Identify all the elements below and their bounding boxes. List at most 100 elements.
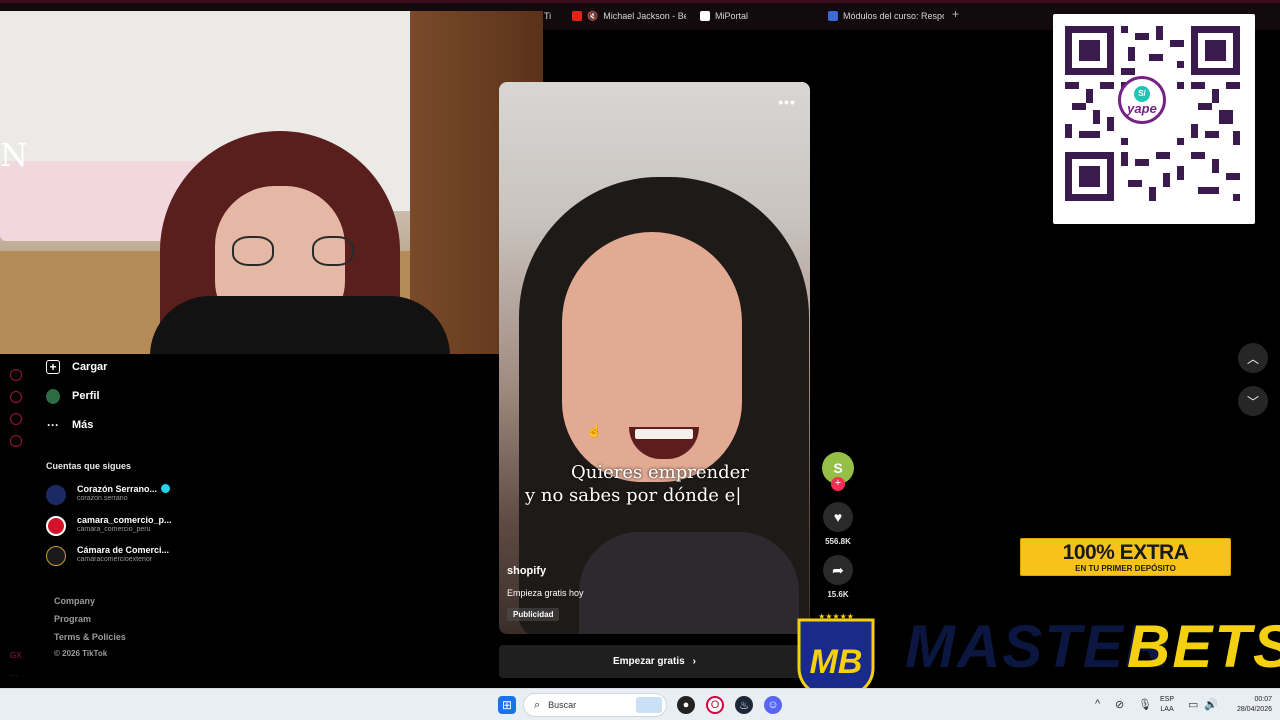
more-icon: ···: [47, 418, 59, 432]
clock-time: 00:07: [1254, 696, 1272, 703]
nav-label: Más: [72, 419, 94, 431]
tab-label: Ti: [544, 11, 552, 21]
copyright: © 2026 TikTok: [54, 649, 108, 658]
account-avatar: [46, 516, 66, 536]
tray-chevron-up-icon[interactable]: ^: [1095, 698, 1100, 710]
video-caption-line2: y no sabes por dónde e|: [525, 485, 742, 506]
windows-taskbar: ⊞ ⌕ Buscar ● O ♨ ☺ ^ ⊘ 🎙 ESP LAA ▭ 🔊 00:…: [0, 688, 1280, 720]
nav-more[interactable]: ··· Más: [46, 415, 93, 435]
webcam-glasses-left: [232, 236, 274, 266]
lang-layout: LAA: [1160, 706, 1174, 713]
brand-bets-text: BETS: [1127, 613, 1280, 680]
nav-upload[interactable]: + Cargar: [46, 357, 107, 377]
sponsored-badge: Publicidad: [507, 608, 560, 621]
volume-icon[interactable]: 🔊: [1204, 698, 1218, 711]
tab-label: MiPortal: [715, 11, 749, 21]
video-caption-line1: Quieres emprender: [571, 462, 749, 483]
browser-side-rail: GX ···: [0, 355, 32, 688]
video-description: Empieza gratis hoy: [507, 588, 584, 598]
promo-subline: EN TU PRIMER DEPÓSITO: [1075, 564, 1176, 573]
course-icon: [828, 11, 838, 21]
portal-icon: [700, 11, 710, 21]
like-button[interactable]: ♥ 556.8K: [822, 502, 854, 546]
taskbar-clock[interactable]: 00:07 28/04/2026: [1224, 695, 1272, 715]
footer-link-terms[interactable]: Terms & Policies: [54, 632, 126, 642]
tab-miportal[interactable]: MiPortal: [700, 8, 810, 24]
yape-qr-card: S/ yape: [1053, 14, 1255, 224]
clock-date: 28/04/2026: [1236, 706, 1272, 713]
tab-youtube[interactable]: 🔇 Michael Jackson - Bea: [572, 8, 686, 24]
hand-cursor-icon: ☝: [586, 423, 603, 438]
webcam-overlay: N: [0, 11, 543, 354]
profile-avatar: [46, 388, 60, 404]
video-person-shirt: [579, 532, 799, 634]
start-free-button[interactable]: Empezar gratis ›: [499, 645, 810, 678]
taskbar-app-icon[interactable]: ●: [677, 696, 695, 714]
creator-avatar-button[interactable]: S +: [822, 452, 854, 492]
rail-extensions-icon[interactable]: [10, 413, 22, 425]
search-icon: ⌕: [534, 698, 541, 711]
webcam-glasses-right: [312, 236, 354, 266]
tab-label: Módulos del curso: Respo: [843, 11, 944, 21]
share-button[interactable]: ➦ 15.6K: [822, 555, 854, 599]
rail-settings-icon[interactable]: [10, 435, 22, 447]
video-more-options-icon[interactable]: •••: [778, 94, 796, 110]
lang-code: ESP: [1160, 696, 1175, 703]
microphone-icon[interactable]: 🎙: [1138, 698, 1152, 711]
share-count: 15.6K: [827, 590, 849, 599]
new-tab-plus-icon[interactable]: +: [952, 8, 964, 20]
verified-badge-icon: [161, 484, 171, 493]
language-indicator[interactable]: ESP LAA: [1160, 695, 1174, 715]
webcam-person-shirt: [150, 296, 450, 354]
next-video-button[interactable]: ﹀: [1238, 386, 1268, 416]
footer-link-program[interactable]: Program: [54, 614, 91, 624]
tab-label: Michael Jackson - Bea: [603, 11, 686, 21]
account-handle: camaracomercioexterior: [77, 556, 153, 563]
account-handle: corazon.serrano: [77, 495, 128, 502]
muted-speaker-icon[interactable]: 🔇: [587, 11, 598, 22]
heart-icon: ♥: [823, 502, 853, 532]
taskbar-search-box[interactable]: ⌕ Buscar: [523, 693, 667, 717]
steam-icon[interactable]: ♨: [735, 696, 753, 714]
video-author[interactable]: shopify: [507, 565, 546, 577]
account-name: Corazón Serrano...: [77, 484, 158, 494]
rail-history-icon[interactable]: [10, 391, 22, 403]
tab-strip-accent: [0, 0, 1280, 3]
promo-banner: 100% EXTRA EN TU PRIMER DEPÓSITO: [1020, 538, 1231, 576]
tray-network-off-icon[interactable]: ⊘: [1115, 698, 1124, 711]
yape-currency-symbol: S/: [1134, 85, 1150, 102]
rail-more-icon[interactable]: ···: [10, 671, 18, 680]
screen: Ti 🔇 Michael Jackson - Bea MiPortal Módu…: [0, 0, 1280, 720]
tab-partial[interactable]: Ti: [544, 8, 562, 24]
account-name-row: Corazón Serrano...: [77, 484, 177, 494]
footer-link-company[interactable]: Company: [54, 596, 95, 606]
video-player[interactable]: ••• Quieres emprender y no sabes por dón…: [499, 82, 810, 634]
promo-headline: 100% EXTRA: [1062, 541, 1189, 564]
cta-label: Empezar gratis: [612, 656, 685, 667]
followed-account[interactable]: camara_comercio_p... camara_comercio_per…: [46, 513, 181, 539]
display-icon[interactable]: ▭: [1188, 698, 1198, 711]
video-person-teeth: [635, 429, 693, 439]
rail-gx-label[interactable]: GX: [10, 651, 22, 660]
tab-course[interactable]: Módulos del curso: Respo: [828, 8, 944, 24]
share-arrow-icon: ➦: [823, 555, 853, 585]
webcam-letter: N: [0, 136, 28, 174]
followed-account[interactable]: Cámara de Comerci... camaracomercioexter…: [46, 543, 181, 569]
account-handle: camara_comercio_peru: [77, 526, 151, 533]
follow-plus-icon[interactable]: +: [831, 477, 845, 491]
logo-stars: ★★★★★: [818, 612, 854, 621]
windows-start-icon[interactable]: ⊞: [498, 696, 516, 714]
account-avatar: [46, 546, 66, 566]
rail-add-icon[interactable]: [10, 369, 22, 381]
nav-profile[interactable]: Perfil: [46, 386, 100, 406]
previous-video-button[interactable]: ︿: [1238, 343, 1268, 373]
account-avatar: [46, 485, 66, 505]
followed-account[interactable]: Corazón Serrano... corazon.serrano: [46, 482, 181, 508]
tiktok-sidebar: + Cargar Perfil ··· Más Cuentas que sigu…: [32, 355, 182, 688]
discord-icon[interactable]: ☺: [764, 696, 782, 714]
upload-icon: +: [46, 360, 60, 374]
nav-label: Perfil: [72, 390, 100, 402]
chevron-down-icon: ﹀: [1246, 394, 1259, 409]
opera-gx-icon[interactable]: O: [706, 696, 724, 714]
following-heading: Cuentas que sigues: [46, 461, 132, 471]
